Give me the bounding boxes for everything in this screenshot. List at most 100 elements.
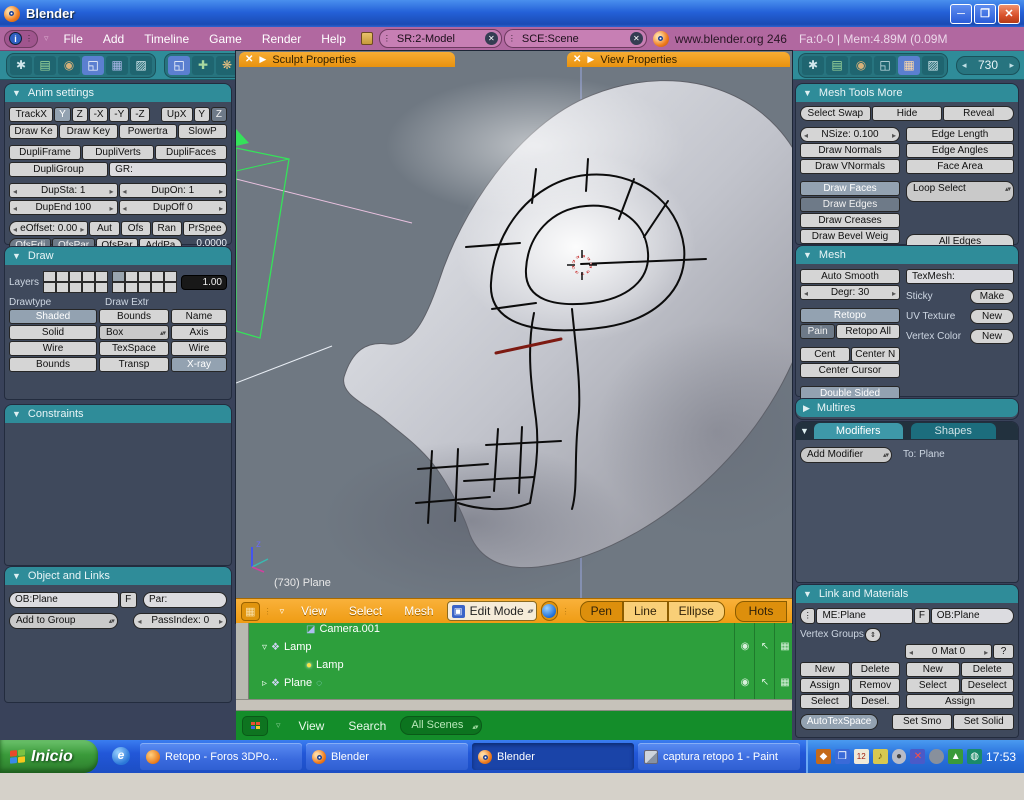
menu-file[interactable]: File <box>55 32 92 46</box>
vgroup-remove-button[interactable]: Remov <box>850 678 900 693</box>
layer-toggle[interactable] <box>69 271 83 282</box>
physics-subcontext-icon[interactable]: ✚ <box>192 55 214 75</box>
retopo-pen-button[interactable]: Pen <box>579 600 623 622</box>
autotexspace-button[interactable]: AutoTexSpace <box>800 714 879 730</box>
vgroup-delete-button[interactable]: Delete <box>850 662 900 677</box>
offset-ofs-button[interactable]: Ofs <box>120 221 151 236</box>
object-subcontext-icon[interactable]: ◱ <box>168 55 190 75</box>
expand-icon[interactable]: ▶ <box>259 54 266 65</box>
layer-toggle[interactable] <box>164 271 178 282</box>
tray-icon-1[interactable]: ◆ <box>816 749 831 764</box>
collapse-icon[interactable]: ▼ <box>12 88 21 98</box>
layer-toggle[interactable] <box>56 271 70 282</box>
select-swap-button[interactable]: Select Swap <box>800 106 871 121</box>
vgroup-new-button[interactable]: New <box>800 662 850 677</box>
bound-type-dropdown[interactable]: Box <box>99 325 169 340</box>
editing-context-icon[interactable]: ▦ <box>106 55 128 75</box>
delete-scene-icon[interactable]: ✕ <box>629 32 643 45</box>
selectable-arrow-icon[interactable]: ↖ <box>756 641 774 652</box>
offset-ran-button[interactable]: Ran <box>151 221 182 236</box>
timeoffset-slider[interactable]: eOffset: 0.00 <box>9 221 89 236</box>
viewport-3d[interactable]: z ✕ ▶ Sculpt Properties ✕ ▶ View Propert… <box>236 51 792 623</box>
centre-cursor-button[interactable]: Center Cursor <box>800 363 900 378</box>
menu-mesh[interactable]: Mesh <box>395 604 442 618</box>
outliner-scrollbar[interactable] <box>236 623 249 699</box>
layer-toggle[interactable] <box>82 271 96 282</box>
mesh-browse-icon[interactable]: ⋮ <box>800 608 816 624</box>
editor-type-icon[interactable] <box>242 715 268 736</box>
draw-bevel-weights-button[interactable]: Draw Bevel Weig <box>800 229 900 244</box>
extra-axis-button[interactable]: Axis <box>171 325 227 340</box>
edge-angles-button[interactable]: Edge Angles <box>906 143 1014 158</box>
edge-length-button[interactable]: Edge Length <box>906 127 1014 142</box>
tray-icon-network[interactable]: ❒ <box>834 749 850 764</box>
close-panel-icon[interactable]: ✕ <box>245 54 253 65</box>
draw-creases-button[interactable]: Draw Creases <box>800 213 900 228</box>
retopo-paint-button[interactable]: Pain <box>800 324 836 339</box>
drawtype-shaded-button[interactable]: Shaded <box>9 309 97 324</box>
anim-settings-header[interactable]: ▼ Anim settings <box>5 84 231 102</box>
vertex-group-stepper-icon[interactable]: ⇕ <box>864 628 881 642</box>
expand-icon[interactable]: ▶ <box>587 54 594 65</box>
draw-edges-button[interactable]: Draw Edges <box>800 197 900 212</box>
retopo-hotspot-button[interactable]: Hots <box>735 600 787 622</box>
start-button[interactable]: Inicio <box>0 740 98 773</box>
duplifaces-button[interactable]: DupliFaces <box>155 145 227 160</box>
delete-screen-icon[interactable]: ✕ <box>484 32 498 45</box>
dupliverts-button[interactable]: DupliVerts <box>82 145 154 160</box>
particles-subcontext-icon[interactable]: ❋ <box>216 55 238 75</box>
material-new-button[interactable]: New <box>906 662 960 677</box>
expand-icon[interactable]: ▹ <box>262 678 267 689</box>
centre-button[interactable]: Cent <box>800 347 850 362</box>
tray-icon-clock[interactable]: ● <box>891 749 907 764</box>
outliner[interactable]: ◪ Camera.001 ▿ ❖ Lamp ● Lamp ▹ ❖ Plane ◌… <box>236 623 792 740</box>
outliner-item-lamp-data[interactable]: ● Lamp <box>306 657 344 673</box>
selectable-arrow-icon[interactable]: ↖ <box>756 677 774 688</box>
script-context-icon[interactable]: ▤ <box>34 55 56 75</box>
taskbar-task-firefox[interactable]: Retopo - Foros 3DPo... <box>140 743 302 770</box>
tracky-button[interactable]: Y <box>54 107 71 122</box>
slowpar-button[interactable]: SlowP <box>177 124 227 139</box>
logic-context-icon[interactable]: ✱ <box>10 55 32 75</box>
layer-toggle[interactable] <box>95 282 109 293</box>
layer-toggle[interactable] <box>69 282 83 293</box>
menu-search[interactable]: Search <box>338 719 396 733</box>
powertrack-button[interactable]: Powertra <box>118 124 177 139</box>
menu-add[interactable]: Add <box>94 32 133 46</box>
layer-toggle[interactable] <box>112 282 126 293</box>
menu-help[interactable]: Help <box>312 32 355 46</box>
nsize-stepper[interactable]: NSize: 0.100 <box>800 127 900 142</box>
track-negx-button[interactable]: -X <box>88 107 109 122</box>
track-negz-button[interactable]: -Z <box>130 107 150 122</box>
centre-new-button[interactable]: Center N <box>850 347 900 362</box>
tray-icon-messenger[interactable]: ◍ <box>967 749 983 764</box>
trackz-button[interactable]: Z <box>71 107 88 122</box>
link-materials-header[interactable]: ▼ Link and Materials <box>796 585 1018 603</box>
pack-file-icon[interactable] <box>360 32 373 45</box>
collapse-arrow-icon[interactable]: ▿ <box>272 720 285 731</box>
taskbar-task-blender-2[interactable]: Blender <box>472 743 634 770</box>
draw-size-slider[interactable]: 1.00 <box>181 274 227 290</box>
close-button[interactable]: ✕ <box>998 3 1020 24</box>
vertex-color-new-button[interactable]: New <box>970 329 1014 344</box>
retopo-button[interactable]: Retopo <box>800 308 900 323</box>
vgroup-deselect-button[interactable]: Desel. <box>850 694 900 709</box>
taskbar-task-paint[interactable]: captura retopo 1 - Paint <box>638 743 800 770</box>
dupsta-stepper[interactable]: DupSta: 1 <box>9 183 118 198</box>
material-assign-button[interactable]: Assign <box>906 694 1014 709</box>
retopo-ellipse-button[interactable]: Ellipse <box>667 600 725 622</box>
dupligroup-button[interactable]: DupliGroup <box>9 162 109 177</box>
taskbar-task-blender-1[interactable]: Blender <box>306 743 468 770</box>
track-negy-button[interactable]: -Y <box>109 107 130 122</box>
draw-faces-button[interactable]: Draw Faces <box>800 181 900 196</box>
vgroup-assign-button[interactable]: Assign <box>800 678 850 693</box>
tab-modifiers[interactable]: Modifiers <box>813 423 903 439</box>
vgroup-select-button[interactable]: Select <box>800 694 850 709</box>
passindex-stepper[interactable]: PassIndex: 0 <box>133 613 228 629</box>
screen-selector[interactable]: ⋮ SR:2-Model ✕ <box>378 29 502 48</box>
layer-toggle[interactable] <box>56 282 70 293</box>
sculpt-properties-float-panel[interactable]: ✕ ▶ Sculpt Properties <box>239 52 455 67</box>
layer-toggle[interactable] <box>164 282 178 293</box>
material-select-button[interactable]: Select <box>906 678 960 693</box>
retopo-line-button[interactable]: Line <box>622 600 668 622</box>
